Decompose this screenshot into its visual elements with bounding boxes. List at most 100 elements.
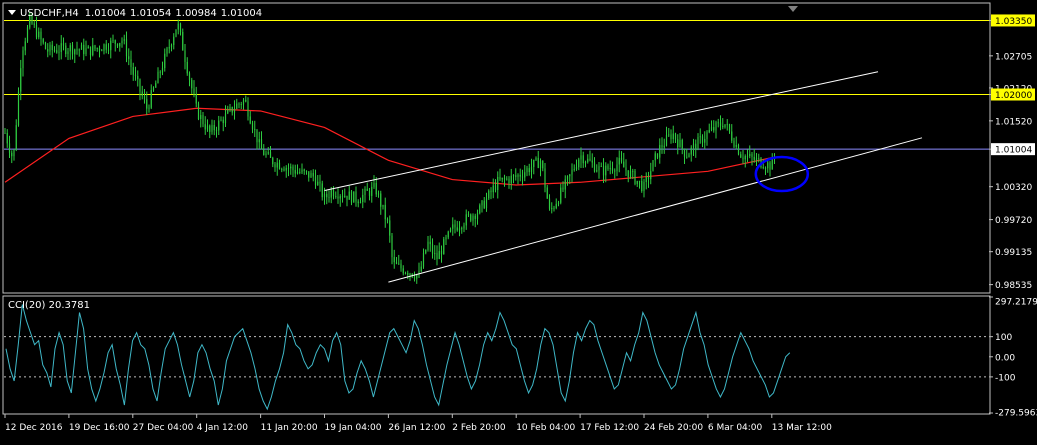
candle-body <box>346 195 348 200</box>
candle-body <box>706 132 708 139</box>
candle <box>202 111 204 128</box>
candle <box>663 138 665 154</box>
candle <box>447 230 449 240</box>
candle <box>555 198 557 210</box>
candle <box>407 270 409 280</box>
candle <box>647 171 650 188</box>
candle <box>479 203 481 215</box>
candle-body <box>62 43 65 46</box>
candle <box>652 159 654 172</box>
candle-body <box>391 235 393 258</box>
candle <box>384 197 386 228</box>
candle <box>177 19 179 35</box>
candle <box>391 233 393 265</box>
candle <box>60 35 62 60</box>
candle <box>206 119 209 132</box>
candle <box>686 148 688 159</box>
candle <box>166 46 168 57</box>
candle-body <box>593 162 596 172</box>
candle-body <box>283 169 285 171</box>
candle <box>704 131 706 149</box>
candle-body <box>591 160 593 163</box>
candle-body <box>258 139 260 143</box>
candle <box>668 128 670 138</box>
candle-body <box>524 172 526 178</box>
candle-body <box>121 40 123 44</box>
candle-body <box>733 140 735 147</box>
candle-body <box>503 177 506 180</box>
time-tick-label: 13 Mar 12:00 <box>772 423 832 433</box>
candle <box>42 37 44 45</box>
candle-body <box>222 119 224 124</box>
candle-body <box>589 158 591 161</box>
candle <box>249 111 251 125</box>
candle-body <box>400 263 402 269</box>
candle <box>188 71 191 87</box>
candle-body <box>173 36 175 45</box>
candle <box>247 97 249 121</box>
candle <box>724 124 726 129</box>
candle-body <box>425 249 427 254</box>
candle-body <box>501 177 503 180</box>
candle <box>717 118 719 128</box>
candle-body <box>663 145 665 148</box>
candle-body <box>299 171 301 173</box>
candle-body <box>436 253 438 260</box>
candle <box>157 67 159 84</box>
candle-body <box>602 166 605 176</box>
candle <box>353 191 355 203</box>
chart-header-symbol: USDCHF,H4 <box>20 8 79 19</box>
candle-body <box>587 158 589 162</box>
ohlc-high: 1.01054 <box>130 8 171 19</box>
candle <box>191 77 193 94</box>
candle <box>650 162 652 185</box>
candle <box>605 162 607 183</box>
candle-body <box>272 157 274 165</box>
candle <box>69 42 71 60</box>
candle <box>699 128 701 144</box>
candle-body <box>101 50 103 52</box>
candle-body <box>310 173 312 178</box>
candle <box>179 22 182 36</box>
candle-body <box>467 214 470 216</box>
candle-body <box>708 130 710 133</box>
candle <box>483 197 485 210</box>
candle-body <box>114 40 116 44</box>
candle-body <box>294 170 296 174</box>
candle <box>508 176 510 189</box>
time-tick-label: 26 Jan 12:00 <box>388 423 445 433</box>
candle <box>67 47 69 61</box>
candle-body <box>539 160 542 168</box>
candle-body <box>616 164 618 172</box>
candle-body <box>366 188 368 191</box>
candle <box>623 152 625 168</box>
candle <box>584 160 587 168</box>
candle <box>371 181 373 203</box>
candle <box>528 163 530 176</box>
candle-body <box>357 201 359 204</box>
candle-body <box>690 147 692 155</box>
candle <box>40 28 42 46</box>
candle <box>62 37 65 51</box>
candle-body <box>636 180 638 184</box>
candle <box>236 98 238 110</box>
candle <box>366 182 368 191</box>
candle <box>425 249 427 255</box>
candle <box>359 197 362 204</box>
candle <box>305 170 308 175</box>
candle-body <box>584 161 587 164</box>
candle-body <box>60 43 62 52</box>
candle <box>337 188 339 204</box>
candle <box>519 168 521 182</box>
candle <box>20 59 22 101</box>
candle <box>607 163 609 171</box>
candle-body <box>692 143 695 148</box>
candle-body <box>317 181 319 186</box>
candle-body <box>762 167 764 169</box>
candle <box>641 175 643 193</box>
candle-body <box>51 44 53 50</box>
candle-body <box>236 103 238 109</box>
candle <box>357 199 359 208</box>
candle <box>233 100 236 120</box>
candle <box>731 124 733 144</box>
